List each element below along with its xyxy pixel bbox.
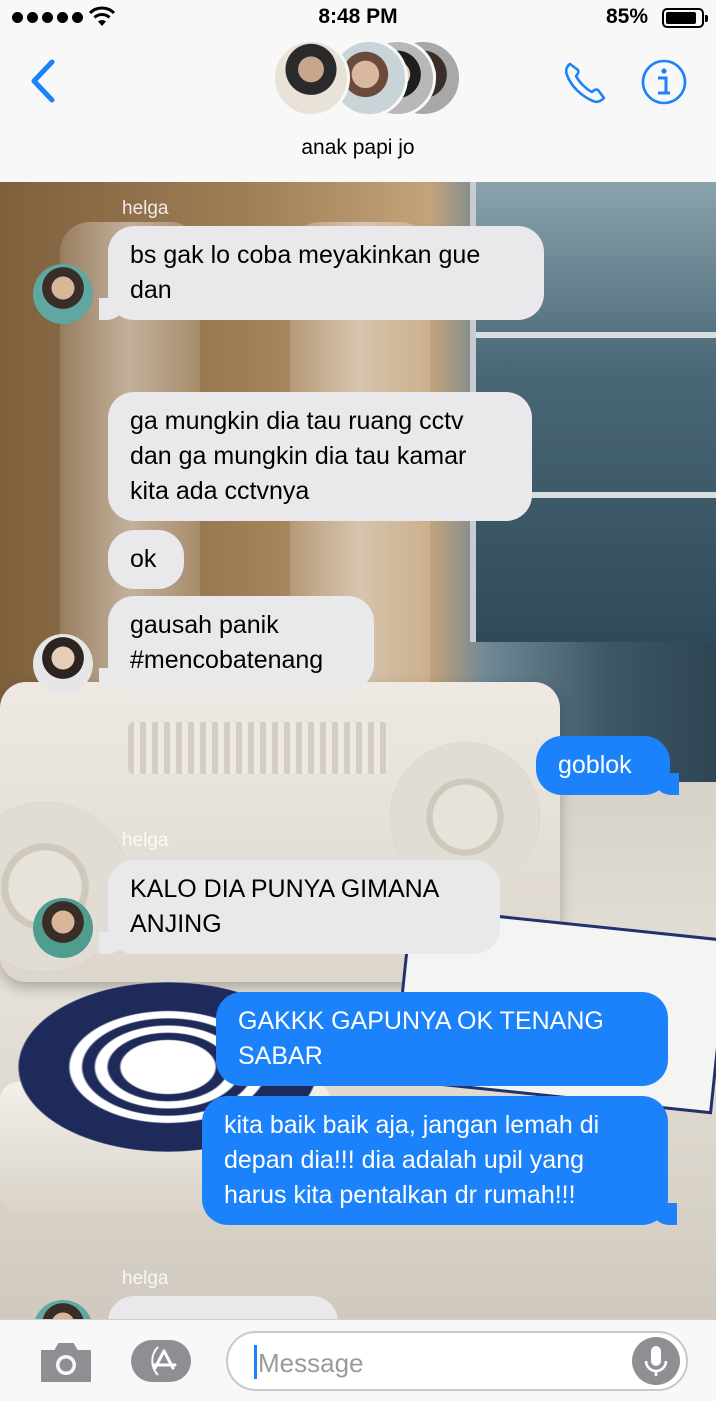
message-bubble-incoming[interactable]: KALO DIA PUNYA GIMANA ANJING [99, 860, 500, 954]
back-chevron-icon[interactable] [26, 58, 60, 104]
sender-avatar[interactable] [33, 898, 93, 958]
message-bubble-outgoing[interactable]: GAKKK GAPUNYA OK TENANG SABAR [216, 992, 668, 1086]
status-bar: 8:48 PM 85% [0, 0, 716, 36]
compose-bar [0, 1319, 716, 1401]
sender-name: helga [122, 830, 169, 851]
camera-icon[interactable] [38, 1339, 94, 1385]
message-input-field[interactable] [226, 1331, 688, 1391]
message-bubble-incoming[interactable] [108, 1296, 338, 1319]
message-thread[interactable]: helga bs gak lo coba meyakinkan gue dan … [0, 182, 716, 1319]
sender-name: helga [122, 1268, 169, 1289]
sender-avatar[interactable] [33, 634, 93, 694]
message-bubble-outgoing[interactable]: kita baik baik aja, jangan lemah di depa… [202, 1096, 677, 1225]
battery-icon [662, 8, 708, 28]
sender-name: helga [122, 198, 169, 219]
microphone-icon [644, 1346, 668, 1376]
message-input[interactable] [256, 1341, 630, 1385]
group-name[interactable]: anak papi jo [0, 136, 716, 160]
avatar [272, 39, 350, 117]
message-bubble-incoming[interactable]: ok [108, 530, 184, 589]
group-avatars[interactable] [272, 39, 462, 123]
app-store-icon[interactable] [130, 1338, 192, 1384]
background-grill [128, 722, 388, 774]
battery-percentage: 85% [605, 5, 648, 28]
info-icon[interactable] [640, 58, 688, 106]
message-bubble-incoming[interactable]: bs gak lo coba meyakinkan gue dan [99, 226, 544, 320]
message-bubble-incoming[interactable]: ga mungkin dia tau ruang cctv dan ga mun… [108, 392, 532, 521]
conversation-header: anak papi jo [0, 36, 716, 183]
phone-icon[interactable] [562, 60, 608, 106]
message-bubble-outgoing[interactable]: goblok [536, 736, 679, 795]
message-bubble-incoming[interactable]: gausah panik #mencobatenang [99, 596, 374, 690]
sender-avatar[interactable] [33, 264, 93, 324]
microphone-button[interactable] [632, 1337, 680, 1385]
